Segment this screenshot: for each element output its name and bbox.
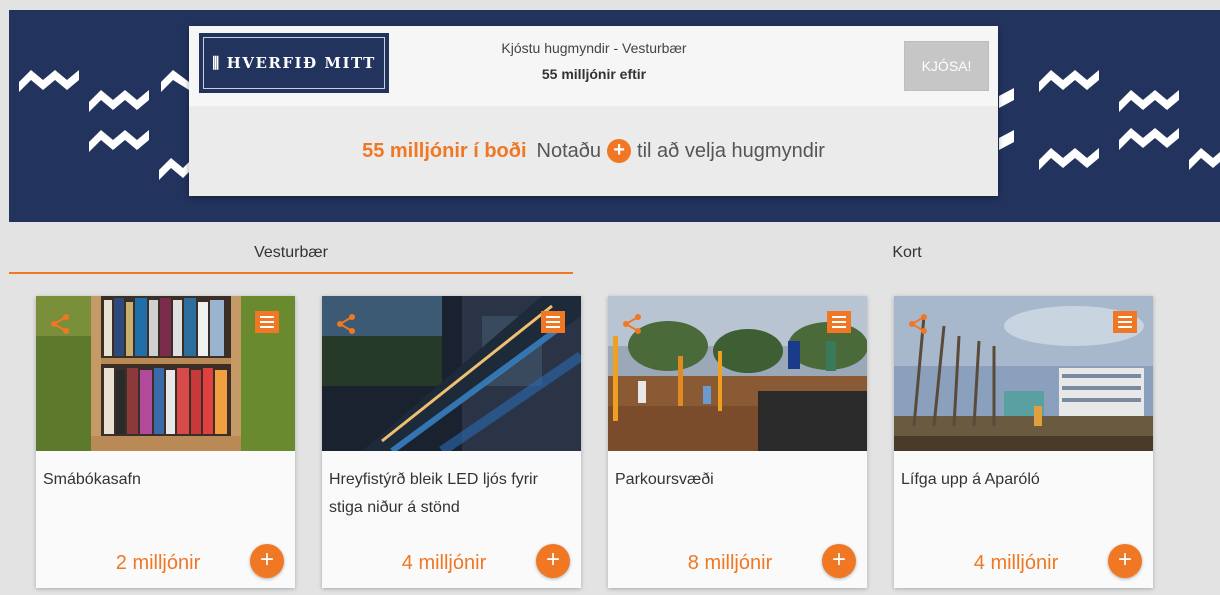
idea-card[interactable]: Smábókasafn 2 milljónir + — [36, 296, 295, 588]
idea-card[interactable]: Parkoursvæði 8 milljónir + — [608, 296, 867, 588]
idea-image — [608, 296, 867, 451]
share-icon[interactable] — [48, 312, 72, 336]
idea-price: 4 milljónir — [401, 552, 487, 574]
vote-button[interactable]: KJÓSA! — [904, 41, 989, 91]
tab-map[interactable]: Kort — [607, 232, 1207, 274]
idea-price: 8 milljónir — [687, 552, 773, 574]
pillars-icon: ⫼ — [212, 54, 221, 72]
idea-image — [894, 296, 1153, 451]
vote-panel: ⫼ HVERFIÐ MITT Kjóstu hugmyndir - Vestur… — [189, 26, 998, 196]
idea-price: 2 milljónir — [115, 552, 201, 574]
menu-icon[interactable] — [1113, 311, 1137, 333]
idea-title: Smábókasafn — [43, 471, 141, 488]
add-idea-button[interactable]: + — [822, 544, 856, 578]
logo[interactable]: ⫼ HVERFIÐ MITT — [199, 33, 389, 93]
idea-card[interactable]: Hreyfistýrð bleik LED ljós fyrir stiga n… — [322, 296, 581, 588]
idea-title: Lífga upp á Aparóló — [901, 471, 1040, 488]
idea-card[interactable]: Lífga upp á Aparóló 4 milljónir + — [894, 296, 1153, 588]
budget-text: 55 milljónir í boði — [362, 139, 527, 162]
idea-image — [322, 296, 581, 451]
vote-title: Kjóstu hugmyndir - Vesturbær — [501, 40, 687, 56]
menu-icon[interactable] — [827, 311, 851, 333]
vote-hint: 55 milljónir í boði Notaðu + til að velj… — [189, 106, 998, 196]
vote-remaining: 55 milljónir eftir — [541, 66, 647, 82]
add-idea-button[interactable]: + — [1108, 544, 1142, 578]
hint-use-text: Notaðu — [536, 139, 602, 162]
tab-vesturbaer[interactable]: Vesturbær — [9, 232, 573, 274]
logo-frame: ⫼ HVERFIÐ MITT — [203, 37, 385, 89]
add-idea-button[interactable]: + — [536, 544, 570, 578]
share-icon[interactable] — [906, 312, 930, 336]
plus-icon: + — [607, 139, 632, 163]
share-icon[interactable] — [334, 312, 358, 336]
idea-image — [36, 296, 295, 451]
idea-title: Hreyfistýrð bleik LED ljós fyrir stiga n… — [329, 471, 538, 516]
vote-header: ⫼ HVERFIÐ MITT Kjóstu hugmyndir - Vestur… — [189, 26, 998, 106]
hint-rest-text: til að velja hugmyndir — [637, 139, 825, 162]
add-idea-button[interactable]: + — [250, 544, 284, 578]
share-icon[interactable] — [620, 312, 644, 336]
logo-text: HVERFIÐ MITT — [226, 54, 376, 72]
idea-price: 4 milljónir — [973, 552, 1059, 574]
menu-icon[interactable] — [541, 311, 565, 333]
idea-title: Parkoursvæði — [615, 471, 714, 488]
menu-icon[interactable] — [255, 311, 279, 333]
